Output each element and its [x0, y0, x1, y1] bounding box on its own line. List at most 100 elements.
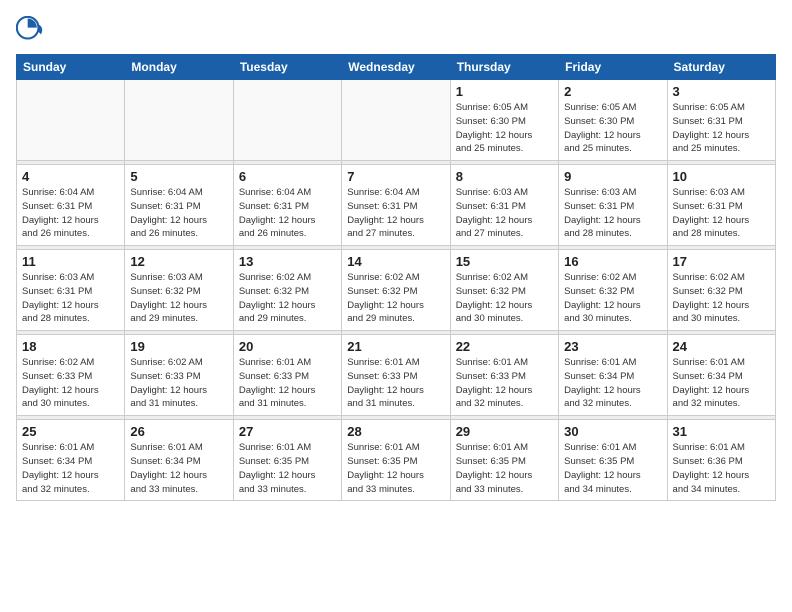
day-info: Sunrise: 6:02 AM Sunset: 6:32 PM Dayligh…: [673, 271, 770, 326]
calendar-cell: 22 Sunrise: 6:01 AM Sunset: 6:33 PM Dayli…: [450, 335, 558, 416]
weekday-header-tuesday: Tuesday: [233, 55, 341, 80]
day-info: Sunrise: 6:05 AM Sunset: 6:31 PM Dayligh…: [673, 101, 770, 156]
day-number: 27: [239, 424, 336, 439]
day-number: 14: [347, 254, 444, 269]
calendar-week-3: 11 Sunrise: 6:03 AM Sunset: 6:31 PM Dayli…: [17, 250, 776, 331]
calendar-cell: 16Sunrise: 6:02 AM Sunset: 6:32 PM Dayli…: [559, 250, 667, 331]
day-number: 23: [564, 339, 661, 354]
page-header: [16, 16, 776, 46]
logo-icon: [16, 16, 46, 46]
calendar-cell: 31 Sunrise: 6:01 AM Sunset: 6:36 PM Dayli…: [667, 420, 775, 501]
day-info: Sunrise: 6:02 AM Sunset: 6:32 PM Dayligh…: [456, 271, 553, 326]
calendar-cell: 28 Sunrise: 6:01 AM Sunset: 6:35 PM Dayli…: [342, 420, 450, 501]
calendar-cell: 3Sunrise: 6:05 AM Sunset: 6:31 PM Daylig…: [667, 80, 775, 161]
calendar-cell: 24 Sunrise: 6:01 AM Sunset: 6:34 PM Dayli…: [667, 335, 775, 416]
calendar-cell: [233, 80, 341, 161]
day-number: 24: [673, 339, 770, 354]
weekday-header-thursday: Thursday: [450, 55, 558, 80]
day-info: Sunrise: 6:01 AM Sunset: 6:33 PM Dayligh…: [456, 356, 553, 411]
calendar-cell: 2 Sunrise: 6:05 AM Sunset: 6:30 PM Daylig…: [559, 80, 667, 161]
day-info: Sunrise: 6:02 AM Sunset: 6:32 PM Dayligh…: [239, 271, 336, 326]
day-info: Sunrise: 6:01 AM Sunset: 6:34 PM Dayligh…: [130, 441, 227, 496]
day-info: Sunrise: 6:02 AM Sunset: 6:32 PM Dayligh…: [347, 271, 444, 326]
calendar-cell: 26 Sunrise: 6:01 AM Sunset: 6:34 PM Dayli…: [125, 420, 233, 501]
day-number: 13: [239, 254, 336, 269]
day-info: Sunrise: 6:01 AM Sunset: 6:34 PM Dayligh…: [673, 356, 770, 411]
day-info: Sunrise: 6:03 AM Sunset: 6:31 PM Dayligh…: [564, 186, 661, 241]
day-info: Sunrise: 6:01 AM Sunset: 6:33 PM Dayligh…: [239, 356, 336, 411]
day-info: Sunrise: 6:01 AM Sunset: 6:36 PM Dayligh…: [673, 441, 770, 496]
day-number: 1: [456, 84, 553, 99]
day-number: 7: [347, 169, 444, 184]
calendar-cell: 20 Sunrise: 6:01 AM Sunset: 6:33 PM Dayli…: [233, 335, 341, 416]
calendar-cell: 9 Sunrise: 6:03 AM Sunset: 6:31 PM Daylig…: [559, 165, 667, 246]
calendar-week-2: 4 Sunrise: 6:04 AM Sunset: 6:31 PM Daylig…: [17, 165, 776, 246]
day-info: Sunrise: 6:03 AM Sunset: 6:31 PM Dayligh…: [673, 186, 770, 241]
day-number: 4: [22, 169, 119, 184]
calendar-cell: [17, 80, 125, 161]
day-info: Sunrise: 6:01 AM Sunset: 6:34 PM Dayligh…: [564, 356, 661, 411]
day-number: 9: [564, 169, 661, 184]
day-number: 25: [22, 424, 119, 439]
calendar-cell: 23 Sunrise: 6:01 AM Sunset: 6:34 PM Dayli…: [559, 335, 667, 416]
logo: [16, 16, 50, 46]
calendar-cell: 27 Sunrise: 6:01 AM Sunset: 6:35 PM Dayli…: [233, 420, 341, 501]
calendar-cell: 8 Sunrise: 6:03 AM Sunset: 6:31 PM Daylig…: [450, 165, 558, 246]
day-number: 16: [564, 254, 661, 269]
day-info: Sunrise: 6:04 AM Sunset: 6:31 PM Dayligh…: [347, 186, 444, 241]
calendar-cell: 12Sunrise: 6:03 AM Sunset: 6:32 PM Dayli…: [125, 250, 233, 331]
day-info: Sunrise: 6:04 AM Sunset: 6:31 PM Dayligh…: [239, 186, 336, 241]
calendar-cell: [342, 80, 450, 161]
day-number: 11: [22, 254, 119, 269]
calendar-cell: 18 Sunrise: 6:02 AM Sunset: 6:33 PM Dayli…: [17, 335, 125, 416]
day-number: 30: [564, 424, 661, 439]
day-info: Sunrise: 6:05 AM Sunset: 6:30 PM Dayligh…: [456, 101, 553, 156]
day-info: Sunrise: 6:01 AM Sunset: 6:35 PM Dayligh…: [347, 441, 444, 496]
day-number: 17: [673, 254, 770, 269]
calendar-cell: 21 Sunrise: 6:01 AM Sunset: 6:33 PM Dayli…: [342, 335, 450, 416]
day-info: Sunrise: 6:05 AM Sunset: 6:30 PM Dayligh…: [564, 101, 661, 156]
day-number: 26: [130, 424, 227, 439]
weekday-header-sunday: Sunday: [17, 55, 125, 80]
day-info: Sunrise: 6:01 AM Sunset: 6:34 PM Dayligh…: [22, 441, 119, 496]
calendar-cell: 15 Sunrise: 6:02 AM Sunset: 6:32 PM Dayli…: [450, 250, 558, 331]
calendar-cell: 11 Sunrise: 6:03 AM Sunset: 6:31 PM Dayli…: [17, 250, 125, 331]
calendar-week-1: 1 Sunrise: 6:05 AM Sunset: 6:30 PM Daylig…: [17, 80, 776, 161]
calendar-cell: 6 Sunrise: 6:04 AM Sunset: 6:31 PM Daylig…: [233, 165, 341, 246]
calendar-cell: 1 Sunrise: 6:05 AM Sunset: 6:30 PM Daylig…: [450, 80, 558, 161]
weekday-header-saturday: Saturday: [667, 55, 775, 80]
calendar-table: SundayMondayTuesdayWednesdayThursdayFrid…: [16, 54, 776, 501]
day-number: 31: [673, 424, 770, 439]
day-info: Sunrise: 6:04 AM Sunset: 6:31 PM Dayligh…: [22, 186, 119, 241]
day-number: 6: [239, 169, 336, 184]
calendar-cell: 17 Sunrise: 6:02 AM Sunset: 6:32 PM Dayli…: [667, 250, 775, 331]
day-info: Sunrise: 6:04 AM Sunset: 6:31 PM Dayligh…: [130, 186, 227, 241]
day-info: Sunrise: 6:01 AM Sunset: 6:33 PM Dayligh…: [347, 356, 444, 411]
day-info: Sunrise: 6:01 AM Sunset: 6:35 PM Dayligh…: [564, 441, 661, 496]
day-number: 21: [347, 339, 444, 354]
calendar-cell: 29 Sunrise: 6:01 AM Sunset: 6:35 PM Dayli…: [450, 420, 558, 501]
day-info: Sunrise: 6:03 AM Sunset: 6:31 PM Dayligh…: [22, 271, 119, 326]
calendar-cell: [125, 80, 233, 161]
day-info: Sunrise: 6:01 AM Sunset: 6:35 PM Dayligh…: [456, 441, 553, 496]
day-number: 22: [456, 339, 553, 354]
day-number: 5: [130, 169, 227, 184]
calendar-cell: 25 Sunrise: 6:01 AM Sunset: 6:34 PM Dayli…: [17, 420, 125, 501]
day-number: 18: [22, 339, 119, 354]
day-number: 15: [456, 254, 553, 269]
day-info: Sunrise: 6:03 AM Sunset: 6:31 PM Dayligh…: [456, 186, 553, 241]
day-number: 29: [456, 424, 553, 439]
calendar-cell: 14 Sunrise: 6:02 AM Sunset: 6:32 PM Dayli…: [342, 250, 450, 331]
day-info: Sunrise: 6:01 AM Sunset: 6:35 PM Dayligh…: [239, 441, 336, 496]
calendar-cell: 30 Sunrise: 6:01 AM Sunset: 6:35 PM Dayli…: [559, 420, 667, 501]
calendar-cell: 13 Sunrise: 6:02 AM Sunset: 6:32 PM Dayli…: [233, 250, 341, 331]
day-number: 20: [239, 339, 336, 354]
day-number: 2: [564, 84, 661, 99]
day-number: 28: [347, 424, 444, 439]
day-number: 12: [130, 254, 227, 269]
day-info: Sunrise: 6:02 AM Sunset: 6:33 PM Dayligh…: [130, 356, 227, 411]
calendar-cell: 7 Sunrise: 6:04 AM Sunset: 6:31 PM Daylig…: [342, 165, 450, 246]
day-number: 8: [456, 169, 553, 184]
day-number: 19: [130, 339, 227, 354]
day-info: Sunrise: 6:02 AM Sunset: 6:33 PM Dayligh…: [22, 356, 119, 411]
